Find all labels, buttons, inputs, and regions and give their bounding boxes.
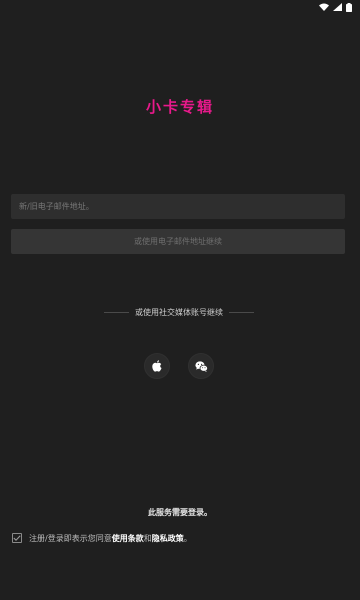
login-screen: 小卡专辑 或使用电子邮件地址继续 或使用社交媒体账号继续: [0, 0, 360, 600]
agree-prefix: 注册/登录即表示您同意: [29, 533, 112, 543]
wechat-icon: [194, 360, 208, 372]
terms-agreement-text: 注册/登录即表示您同意使用条款和隐私政策。: [29, 533, 192, 544]
privacy-policy-link[interactable]: 隐私政策: [152, 534, 184, 543]
divider-line-right: [229, 311, 254, 313]
terms-agreement-row: 注册/登录即表示您同意使用条款和隐私政策。: [12, 532, 192, 544]
wifi-icon: [319, 3, 329, 11]
checkmark-icon: [13, 534, 21, 543]
wechat-login-button[interactable]: [188, 353, 214, 379]
social-login-row: [144, 353, 214, 379]
continue-with-email-button[interactable]: 或使用电子邮件地址继续: [11, 229, 345, 254]
terms-agree-checkbox[interactable]: [12, 533, 22, 543]
battery-icon: [346, 2, 352, 12]
email-input[interactable]: [11, 194, 345, 219]
agree-suffix: 。: [183, 533, 192, 543]
terms-of-use-link[interactable]: 使用条款: [112, 534, 144, 543]
social-divider-text: 或使用社交媒体账号继续: [135, 307, 223, 317]
signal-icon: [333, 3, 342, 11]
social-divider: 或使用社交媒体账号继续: [104, 306, 254, 318]
app-title: 小卡专辑: [145, 98, 214, 116]
status-bar: [0, 0, 360, 14]
agree-and: 和: [143, 533, 152, 543]
login-required-note: 此服务需要登录。: [148, 508, 212, 517]
divider-line-left: [104, 311, 129, 313]
apple-icon: [152, 360, 162, 372]
apple-login-button[interactable]: [144, 353, 170, 379]
